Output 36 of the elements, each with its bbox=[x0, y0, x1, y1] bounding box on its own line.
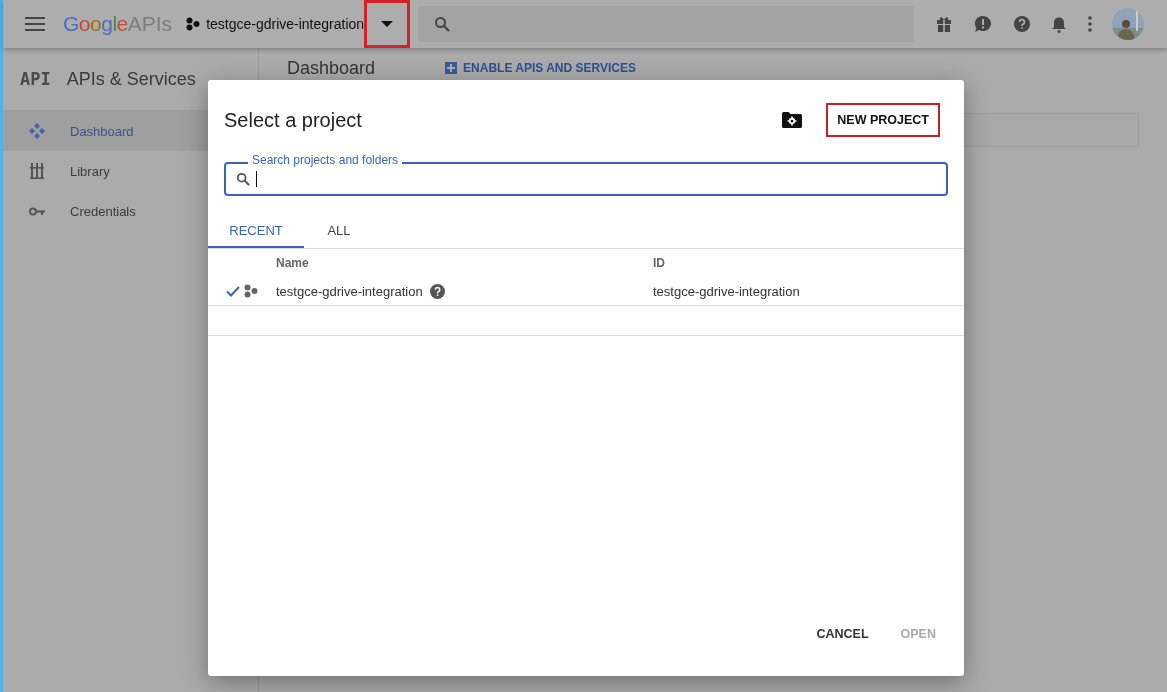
library-icon bbox=[29, 163, 45, 179]
enable-apis-link[interactable]: ENABLE APIS AND SERVICES bbox=[445, 61, 636, 75]
table-row[interactable]: testgce-gdrive-integration testgce-gdrive-integration bbox=[208, 277, 964, 306]
search-field[interactable] bbox=[418, 6, 915, 42]
gift-icon[interactable] bbox=[936, 16, 952, 32]
caret-icon bbox=[381, 21, 394, 27]
dialog-button: OPEN bbox=[888, 616, 948, 652]
page-title: Dashboard bbox=[287, 57, 376, 79]
key-icon bbox=[29, 206, 45, 216]
help-icon[interactable] bbox=[1014, 16, 1030, 32]
api-label: API bbox=[20, 69, 51, 89]
search-icon bbox=[434, 16, 451, 32]
table-cell: testgce-gdrive-integration bbox=[653, 283, 800, 299]
dropdown-button[interactable] bbox=[364, 0, 411, 48]
dialog-button[interactable]: CANCEL bbox=[804, 616, 881, 652]
field-label: Search projects and folders bbox=[248, 153, 403, 167]
text-cursor bbox=[256, 171, 257, 187]
sidebar-title: APIs & Services bbox=[66, 68, 196, 90]
help-icon[interactable] bbox=[429, 283, 445, 299]
folder-gear-icon[interactable] bbox=[782, 112, 803, 128]
project-dots-icon bbox=[244, 284, 258, 298]
new-project-button[interactable]: NEW PROJECT bbox=[826, 103, 940, 137]
feedback-icon[interactable] bbox=[974, 15, 992, 33]
column-header: ID bbox=[653, 256, 665, 270]
menu-icon[interactable] bbox=[25, 17, 45, 31]
project-dots-icon bbox=[186, 17, 201, 31]
search-icon bbox=[236, 172, 250, 186]
table-cell: testgce-gdrive-integration bbox=[276, 283, 423, 299]
bell-icon[interactable] bbox=[1052, 15, 1066, 33]
dashboard-icon bbox=[29, 123, 45, 139]
plus-icon bbox=[445, 62, 458, 74]
project-name[interactable]: testgce-gdrive-integration bbox=[206, 16, 365, 32]
tab[interactable]: ALL bbox=[304, 214, 374, 248]
tab[interactable]: RECENT bbox=[208, 214, 304, 248]
more-icon[interactable] bbox=[1088, 16, 1092, 32]
column-header: Name bbox=[276, 256, 309, 270]
